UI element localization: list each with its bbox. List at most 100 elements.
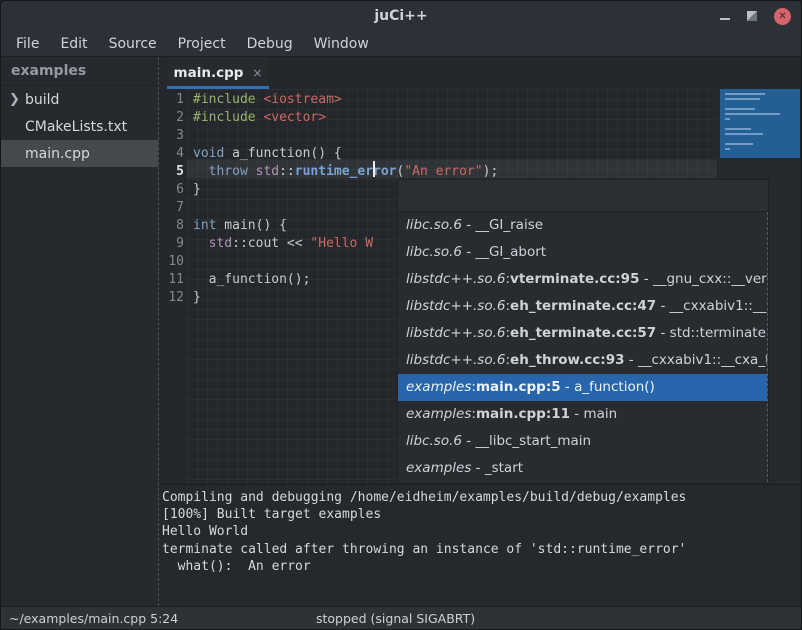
tab-label: main.cpp <box>174 65 244 81</box>
code-token: } <box>193 290 201 305</box>
title-bar[interactable]: juCi++ ✕ <box>1 1 801 31</box>
code-token <box>248 164 256 179</box>
close-icon[interactable]: ✕ <box>774 8 791 25</box>
minimap-code-line <box>725 113 780 115</box>
minimap-code-line <box>725 108 755 110</box>
line-number: 1 <box>159 91 189 109</box>
line-number: 4 <box>159 145 189 163</box>
console-line: Hello World <box>162 523 799 540</box>
menu-item-debug[interactable]: Debug <box>244 36 296 52</box>
stack-frame-function: __gnu_cxx::__verbos <box>653 271 767 287</box>
code-token: :: <box>279 164 295 179</box>
menu-item-project[interactable]: Project <box>175 36 229 52</box>
stack-frame-row[interactable]: libc.so.6 - __libc_start_main <box>398 428 767 455</box>
line-number: 6 <box>159 181 189 199</box>
code-token: "An error" <box>404 164 482 179</box>
stack-frame-function: a_function() <box>574 379 655 395</box>
code-token: int <box>193 218 216 233</box>
minimap-code-line <box>725 128 751 130</box>
sidebar-item-build[interactable]: ❯build <box>1 86 158 113</box>
code-editor[interactable]: 123456789101112 #include <iostream>#incl… <box>159 89 801 484</box>
menu-bar: File Edit Source Project Debug Window <box>1 31 801 57</box>
line-number: 12 <box>159 289 189 307</box>
sidebar-item-cmakelists-txt[interactable]: CMakeLists.txt <box>1 113 158 140</box>
line-number: 5 <box>159 163 189 181</box>
minimize-icon[interactable] <box>720 18 730 20</box>
code-token: void <box>193 146 224 161</box>
console-line: [100%] Built target examples <box>162 506 799 523</box>
stack-frame-row[interactable]: libstdc++.so.6:eh_terminate.cc:57 - std:… <box>398 320 767 347</box>
stack-frame-row[interactable]: libstdc++.so.6:eh_throw.cc:93 - __cxxabi… <box>398 347 767 374</box>
stack-frame-function: __cxxabiv1::__cxa_thro <box>638 352 767 368</box>
restore-icon[interactable] <box>747 11 757 21</box>
sidebar-item-label: CMakeLists.txt <box>25 119 127 135</box>
code-token: main() { <box>216 218 286 233</box>
debug-status: stopped (signal SIGABRT) <box>316 611 475 626</box>
console-line: terminate called after throwing an insta… <box>162 541 799 558</box>
console-line: Compiling and debugging /home/eidheim/ex… <box>162 489 799 506</box>
stack-frame-library: libstdc++.so.6 <box>406 298 505 314</box>
code-token <box>193 236 209 251</box>
console-line: what(): An error <box>162 558 799 575</box>
code-token: throw <box>209 164 248 179</box>
stack-frame-library: libstdc++.so.6 <box>406 271 505 287</box>
menu-item-source[interactable]: Source <box>106 36 160 52</box>
stack-frame-location: eh_terminate.cc:47 <box>510 298 656 314</box>
stack-frame-row[interactable]: examples:main.cpp:5 - a_function() <box>398 374 767 401</box>
stack-frame-row[interactable]: libstdc++.so.6:eh_terminate.cc:47 - __cx… <box>398 293 767 320</box>
stack-frame-location: main.cpp:5 <box>476 379 561 395</box>
code-token: "Hello W <box>310 236 373 251</box>
code-token: a_function(); <box>193 272 310 287</box>
project-root-label: examples <box>1 57 158 86</box>
code-line: #include <iostream> <box>193 91 498 109</box>
minimap-code-line <box>725 143 753 145</box>
status-bar: ~/examples/main.cpp 5:24 stopped (signal… <box>1 606 801 629</box>
line-number: 10 <box>159 253 189 271</box>
stack-frame-function: __cxxabiv1::__term <box>670 298 767 314</box>
stack-frame-function: __GI_raise <box>475 217 543 233</box>
build-output-console[interactable]: Compiling and debugging /home/eidheim/ex… <box>159 484 801 606</box>
stack-frame-location: main.cpp:11 <box>476 406 570 422</box>
stack-frame-function: _start <box>485 460 523 476</box>
stack-frame-row[interactable]: examples:main.cpp:11 - main <box>398 401 767 428</box>
line-number: 11 <box>159 271 189 289</box>
stack-frame-library: examples <box>406 460 471 476</box>
editor-pane: main.cpp × 123456789101112 #include <ios… <box>158 57 801 606</box>
stack-frame-library: libstdc++.so.6 <box>406 325 505 341</box>
stack-frame-row[interactable]: libc.so.6 - __GI_raise <box>398 212 767 239</box>
menu-item-edit[interactable]: Edit <box>57 36 90 52</box>
code-token <box>193 164 209 179</box>
sidebar-item-main-cpp[interactable]: main.cpp <box>1 140 158 167</box>
line-number-gutter: 123456789101112 <box>159 91 189 307</box>
chevron-right-icon[interactable]: ❯ <box>9 92 25 107</box>
minimap-code-line <box>725 148 730 150</box>
stack-frame-row[interactable]: examples - _start <box>398 455 767 482</box>
code-line: void a_function() { <box>193 145 498 163</box>
minimap-viewport[interactable] <box>720 89 800 158</box>
code-token: std <box>256 164 279 179</box>
file-position-status: ~/examples/main.cpp 5:24 <box>9 611 178 626</box>
sidebar-item-label: main.cpp <box>25 146 90 162</box>
code-token: <vector> <box>263 110 326 125</box>
stack-frame-library: libstdc++.so.6 <box>406 352 505 368</box>
stack-frame-location: eh_throw.cc:93 <box>510 352 624 368</box>
menu-item-window[interactable]: Window <box>311 36 372 52</box>
stack-frame-library: libc.so.6 <box>406 244 462 260</box>
stack-frame-location: eh_terminate.cc:57 <box>510 325 656 341</box>
minimap-code-line <box>725 98 760 100</box>
stack-frame-row[interactable]: libc.so.6 - __GI_abort <box>398 239 767 266</box>
tab-close-icon[interactable]: × <box>252 66 262 80</box>
stack-frame-row[interactable]: libstdc++.so.6:vterminate.cc:95 - __gnu_… <box>398 266 767 293</box>
stack-frame-function: __libc_start_main <box>475 433 591 449</box>
code-token: std <box>209 236 232 251</box>
code-token: ); <box>483 164 499 179</box>
code-token: <iostream> <box>263 92 341 107</box>
stack-trace-popup-header <box>398 180 768 212</box>
code-token: ::cout << <box>232 236 310 251</box>
code-token: a_function() { <box>224 146 341 161</box>
line-number: 9 <box>159 235 189 253</box>
tab-main-cpp[interactable]: main.cpp × <box>167 57 269 89</box>
stack-frame-function: __GI_abort <box>475 244 546 260</box>
menu-item-file[interactable]: File <box>13 36 42 52</box>
stack-trace-list: libc.so.6 - __GI_raiselibc.so.6 - __GI_a… <box>398 212 768 482</box>
